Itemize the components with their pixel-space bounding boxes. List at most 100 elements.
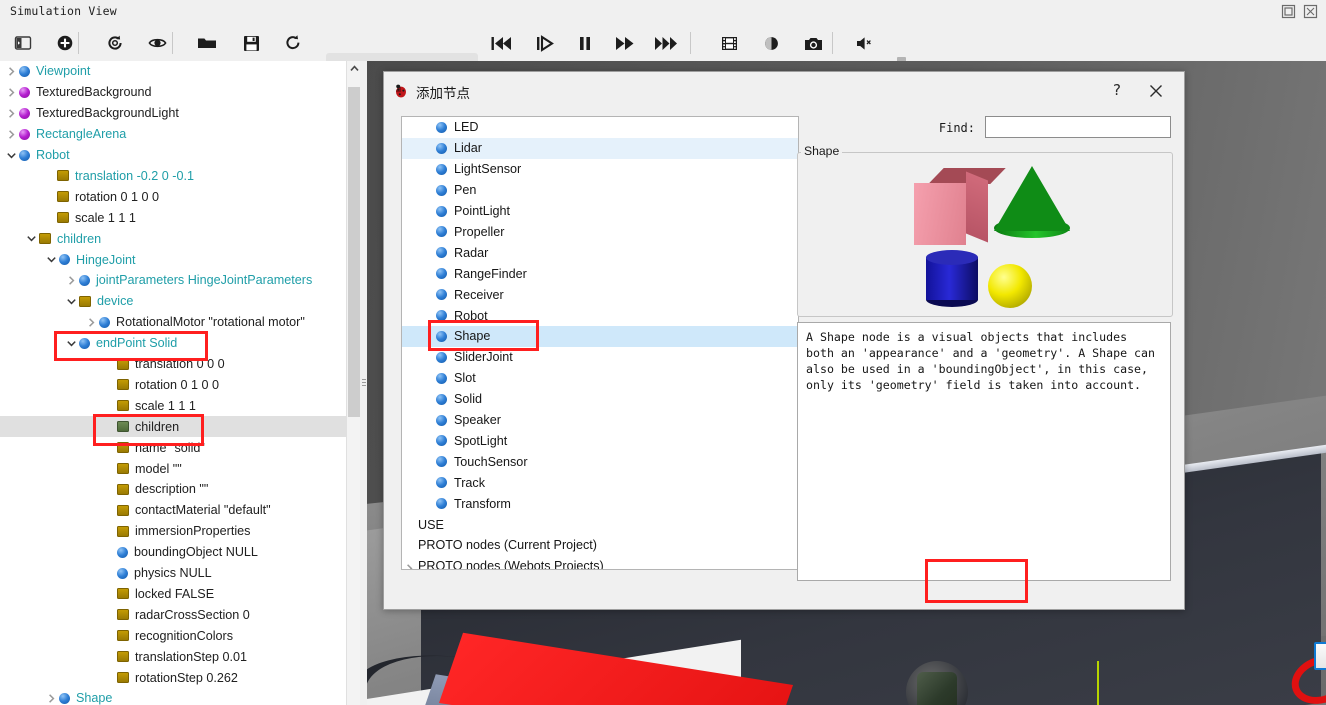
scroll-up-icon[interactable]: [347, 61, 361, 76]
tree-row[interactable]: rotationStep 0.262: [0, 667, 346, 688]
tree-row[interactable]: immersionProperties: [0, 521, 346, 542]
field-icon: [57, 170, 69, 182]
chevron-right-icon[interactable]: [404, 561, 415, 569]
add-button[interactable]: 添加: [1314, 642, 1326, 670]
step-icon[interactable]: [532, 30, 558, 56]
rewind-icon[interactable]: [488, 30, 514, 56]
tree-row[interactable]: rotation 0 1 0 0: [0, 375, 346, 396]
node-list-item[interactable]: PointLight: [402, 201, 798, 222]
node-list-item[interactable]: Pen: [402, 180, 798, 201]
chevron-right-icon[interactable]: [6, 108, 17, 119]
chevron-right-icon[interactable]: [86, 317, 97, 328]
node-list-item[interactable]: Propeller: [402, 222, 798, 243]
chevron-down-icon[interactable]: [66, 338, 77, 349]
close-icon[interactable]: [1145, 80, 1167, 102]
tree-row[interactable]: translationStep 0.01: [0, 646, 346, 667]
help-icon[interactable]: ?: [1107, 80, 1127, 100]
chevron-right-icon[interactable]: [6, 129, 17, 140]
node-list-item[interactable]: TouchSensor: [402, 451, 798, 472]
eye-icon[interactable]: [144, 30, 170, 56]
tree-row[interactable]: Viewpoint: [0, 61, 346, 82]
fast-forward-icon[interactable]: [654, 30, 680, 56]
node-type-list[interactable]: LED Lidar LightSensor Pen PointLight Propelle…: [401, 116, 799, 570]
chevron-down-icon[interactable]: [66, 296, 77, 307]
tree-row[interactable]: endPoint Solid: [0, 333, 346, 354]
node-list-item[interactable]: LED: [402, 117, 798, 138]
scene-tree-scroll-thumb[interactable]: [348, 87, 360, 417]
close-icon[interactable]: [1303, 4, 1318, 19]
tree-row[interactable]: Shape: [0, 688, 346, 705]
node-list-item[interactable]: Slot: [402, 368, 798, 389]
save-icon[interactable]: [238, 30, 264, 56]
axis-handle-y[interactable]: [1097, 661, 1099, 705]
tree-row[interactable]: radarCrossSection 0: [0, 604, 346, 625]
node-list-item[interactable]: PROTO nodes (Webots Projects): [402, 556, 784, 569]
node-list-item[interactable]: Robot: [402, 305, 798, 326]
sound-mute-icon[interactable]: [852, 30, 878, 56]
node-list-item[interactable]: Solid: [402, 389, 798, 410]
tree-row[interactable]: locked FALSE: [0, 584, 346, 605]
tree-row[interactable]: children: [0, 416, 346, 438]
restore-icon[interactable]: [1281, 4, 1296, 19]
node-list-item[interactable]: Transform: [402, 493, 798, 514]
tree-row[interactable]: name "solid": [0, 437, 346, 458]
chevron-down-icon[interactable]: [46, 254, 57, 265]
node-list-item[interactable]: USE: [402, 514, 798, 535]
add-node-dialog[interactable]: 添加节点 ? LED Lidar LightSensor Pen PointLight P…: [383, 71, 1326, 670]
chevron-right-icon[interactable]: [66, 275, 77, 286]
reload-icon[interactable]: [280, 30, 306, 56]
panel-splitter[interactable]: [360, 61, 367, 705]
chevron-right-icon[interactable]: [6, 66, 17, 77]
open-folder-icon[interactable]: [194, 30, 220, 56]
tree-row[interactable]: model "": [0, 458, 346, 479]
node-list-item[interactable]: Track: [402, 472, 798, 493]
add-node-icon[interactable]: [52, 30, 78, 56]
chevron-right-icon[interactable]: [6, 87, 17, 98]
tree-row[interactable]: RotationalMotor "rotational motor": [0, 312, 346, 333]
node-list-item[interactable]: LightSensor: [402, 159, 798, 180]
scene-tree[interactable]: Viewpoint TexturedBackground TexturedBackg…: [0, 61, 346, 705]
tree-row-label: RotationalMotor "rotational motor": [116, 315, 305, 330]
tree-row[interactable]: boundingObject NULL: [0, 542, 346, 563]
node-list-item[interactable]: RangeFinder: [402, 263, 798, 284]
tree-row[interactable]: RectangleArena: [0, 124, 346, 145]
node-list-item[interactable]: Shape: [402, 326, 798, 347]
tree-row[interactable]: rotation 0 1 0 0: [0, 186, 346, 207]
green-cone: [994, 166, 1070, 231]
tree-row[interactable]: TexturedBackgroundLight: [0, 103, 346, 124]
movie-icon[interactable]: [716, 30, 742, 56]
tree-row[interactable]: scale 1 1 1: [0, 395, 346, 416]
pink-cube-side: [966, 171, 988, 243]
tree-row[interactable]: HingeJoint: [0, 249, 346, 270]
scene-tree-scrollbar[interactable]: [346, 61, 361, 705]
tree-row[interactable]: device: [0, 291, 346, 312]
chevron-right-icon[interactable]: [46, 693, 57, 704]
node-list-item[interactable]: Radar: [402, 242, 798, 263]
play-icon[interactable]: [612, 30, 638, 56]
tree-row[interactable]: recognitionColors: [0, 625, 346, 646]
revert-icon[interactable]: [102, 30, 128, 56]
tree-row[interactable]: Robot: [0, 145, 346, 166]
node-list-item[interactable]: PROTO nodes (Current Project): [402, 535, 798, 556]
tree-row[interactable]: jointParameters HingeJointParameters: [0, 270, 346, 291]
record-icon[interactable]: [758, 30, 784, 56]
find-input[interactable]: [985, 116, 1171, 138]
toggle-panel-icon[interactable]: [10, 30, 36, 56]
tree-row[interactable]: children: [0, 228, 346, 249]
tree-row[interactable]: description "": [0, 479, 346, 500]
node-list-item[interactable]: SliderJoint: [402, 347, 798, 368]
tree-row[interactable]: translation 0 0 0: [0, 354, 346, 375]
pause-icon[interactable]: [572, 30, 598, 56]
node-list-item[interactable]: Receiver: [402, 284, 798, 305]
tree-row[interactable]: scale 1 1 1: [0, 207, 346, 228]
chevron-down-icon[interactable]: [26, 233, 37, 244]
screenshot-icon[interactable]: [800, 30, 826, 56]
tree-row[interactable]: TexturedBackground: [0, 82, 346, 103]
node-list-item[interactable]: SpotLight: [402, 431, 798, 452]
chevron-down-icon[interactable]: [6, 150, 17, 161]
node-list-item[interactable]: Speaker: [402, 410, 798, 431]
tree-row[interactable]: contactMaterial "default": [0, 500, 346, 521]
tree-row[interactable]: physics NULL: [0, 563, 346, 584]
node-list-item[interactable]: Lidar: [402, 137, 798, 159]
tree-row[interactable]: translation -0.2 0 -0.1: [0, 166, 346, 187]
